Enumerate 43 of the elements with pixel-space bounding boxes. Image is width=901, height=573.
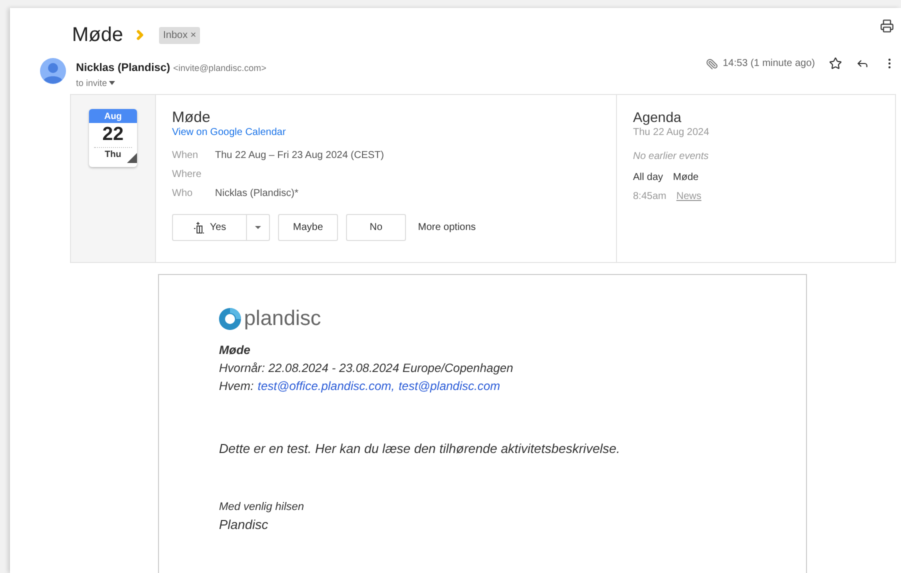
star-icon[interactable] (829, 57, 842, 70)
caret-icon (255, 226, 261, 229)
event-time: 8:45am (633, 190, 666, 204)
reply-icon[interactable] (856, 57, 869, 70)
detail-label: Where (172, 168, 202, 180)
date-month: Aug (89, 109, 137, 123)
body-message: Dette er en test. Her kan du læse den tilhørende aktivitetsbeskrivelse. (219, 440, 622, 458)
detail-label: When (172, 149, 200, 161)
agenda-date: Thu 22 Aug 2024 (633, 126, 710, 140)
rsvp-button[interactable]: No (346, 214, 406, 241)
caret-icon (109, 81, 116, 86)
body-when: Hvornår: 22.08.2024 - 23.08.2024 Europe/Copenhagen (219, 360, 514, 377)
inbox-label[interactable]: Inbox × (159, 26, 200, 44)
page-curl-icon (127, 153, 137, 163)
paperclip-icon (706, 58, 718, 70)
detail-label: Who (172, 187, 194, 199)
closing-text: Med venlig hilsen (219, 500, 305, 514)
yes-button[interactable]: Yes (173, 215, 247, 240)
agenda-title: Agenda (633, 109, 682, 126)
email-link[interactable]: test@office.plandisc.com, (258, 377, 395, 395)
rsvp-button[interactable]: Maybe (278, 214, 338, 241)
avatar-icon (40, 58, 66, 84)
print-icon[interactable] (880, 19, 894, 33)
agenda-event[interactable]: Møde (673, 170, 699, 185)
signature-text: Plandisc (219, 516, 270, 534)
event-title: Møde (172, 109, 212, 126)
agenda-note: No earlier events (633, 150, 710, 164)
email-subject: Møde (72, 23, 124, 48)
detail-value: Nicklas (Plandisc)* (215, 187, 298, 199)
calendar-link[interactable]: View on Google Calendar (172, 126, 616, 140)
detail-value: Thu 22 Aug – Fri 23 Aug 2024 (CEST) (215, 149, 384, 161)
more-options-link[interactable]: More options (418, 220, 476, 235)
logo-icon (219, 308, 241, 330)
sender-email: <invite@plandisc.com> (173, 62, 266, 75)
body-title: Møde (219, 342, 252, 359)
body-who-label: Hvem: (219, 378, 254, 395)
sender-name: Nicklas (Plandisc) (76, 61, 170, 76)
logo-text: plandisc (244, 307, 322, 331)
email-link[interactable]: test@plandisc.com (398, 377, 500, 395)
email-time: 14:53 (1 minute ago) (722, 57, 815, 71)
recipients-toggle[interactable]: to invite (76, 76, 266, 90)
date-day: 22 (102, 123, 124, 147)
event-time: All day (633, 171, 664, 185)
